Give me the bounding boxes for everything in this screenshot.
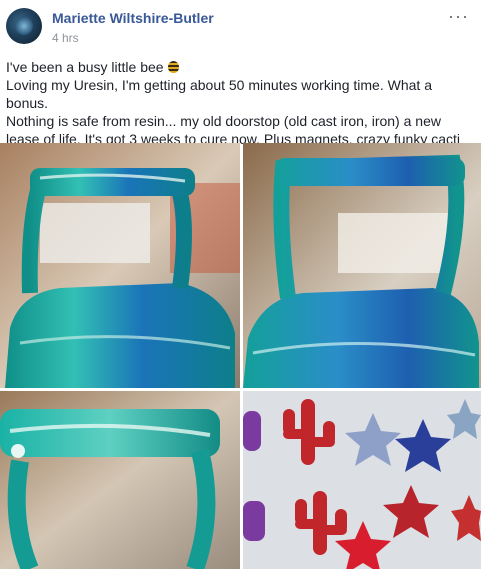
bee-emoji-icon [167, 61, 179, 73]
facebook-post: Mariette Wiltshire-Butler 4 hrs ··· I've… [0, 0, 481, 569]
post-line: I've been a busy little bee [6, 58, 476, 76]
author-name[interactable]: Mariette Wiltshire-Butler [52, 10, 214, 26]
author-avatar[interactable] [6, 8, 42, 44]
more-options-icon[interactable]: ··· [448, 6, 469, 27]
photo-grid [0, 143, 481, 569]
post-line: Loving my Uresin, I'm getting about 50 m… [6, 77, 432, 111]
photo-resin-iron-1[interactable] [0, 143, 240, 388]
photo-resin-iron-handle[interactable] [0, 391, 240, 569]
photo-resin-magnets[interactable] [243, 391, 481, 569]
photo-resin-iron-2[interactable] [243, 143, 481, 388]
post-line-text: I've been a busy little bee [6, 59, 164, 75]
post-timestamp[interactable]: 4 hrs [52, 31, 79, 45]
